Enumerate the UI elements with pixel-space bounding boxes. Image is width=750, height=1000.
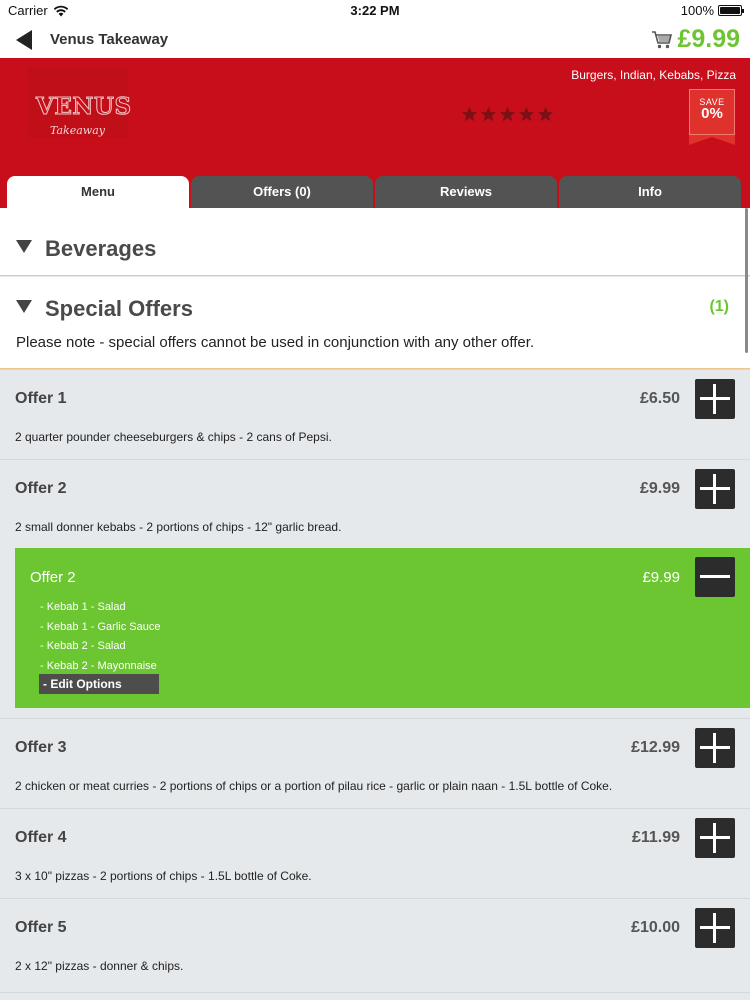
cart-total: £9.99 bbox=[677, 25, 740, 53]
star-icon bbox=[499, 106, 516, 122]
save-badge: SAVE 0% bbox=[689, 89, 735, 135]
offer-price: £10.00 bbox=[631, 919, 680, 936]
selected-offer-price: £9.99 bbox=[642, 569, 680, 586]
next-offer-peek bbox=[0, 992, 750, 1000]
offer-name: Offer 2 bbox=[15, 480, 67, 497]
navigation-bar: Venus Takeaway £9.99 bbox=[0, 22, 750, 58]
battery-icon bbox=[718, 5, 744, 16]
page-title: Venus Takeaway bbox=[50, 31, 169, 48]
offer-item[interactable]: Offer 2 £9.99 2 small donner kebabs - 2 … bbox=[0, 459, 750, 549]
battery-indicator: 100% bbox=[680, 3, 744, 18]
selected-option: - Kebab 1 - Garlic Sauce bbox=[40, 620, 161, 633]
tab-reviews[interactable]: Reviews bbox=[375, 176, 557, 210]
offer-price: £12.99 bbox=[631, 739, 680, 756]
add-offer-button[interactable] bbox=[695, 379, 735, 419]
section-title-beverages: Beverages bbox=[45, 236, 157, 261]
back-button[interactable] bbox=[12, 28, 38, 52]
offer-name: Offer 3 bbox=[15, 739, 67, 756]
offer-name: Offer 1 bbox=[15, 390, 67, 407]
add-offer-button[interactable] bbox=[695, 728, 735, 768]
edit-options-button[interactable]: - Edit Options bbox=[39, 674, 159, 694]
section-beverages[interactable]: Beverages bbox=[0, 208, 750, 276]
back-arrow-icon bbox=[16, 30, 32, 50]
status-bar: Carrier 3:22 PM 100% bbox=[0, 0, 750, 22]
star-icon bbox=[461, 106, 478, 122]
tab-menu[interactable]: Menu bbox=[7, 176, 189, 210]
battery-percent: 100% bbox=[680, 3, 714, 18]
shopping-cart-icon bbox=[652, 30, 673, 48]
logo-main-text: VENUS bbox=[36, 93, 132, 121]
selected-offer: Offer 2 £9.99 - Kebab 1 - Salad - Kebab … bbox=[15, 548, 750, 708]
offer-description: 2 chicken or meat curries - 2 portions o… bbox=[15, 779, 613, 793]
add-offer-button[interactable] bbox=[695, 818, 735, 858]
collapse-triangle-icon bbox=[16, 240, 32, 253]
section-special-offers[interactable]: Special Offers (1) Please note - special… bbox=[0, 277, 750, 369]
add-offer-button[interactable] bbox=[695, 469, 735, 509]
star-icon bbox=[537, 106, 554, 122]
offer-description: 2 small donner kebabs - 2 portions of ch… bbox=[15, 520, 342, 534]
tab-bar: Menu Offers (0) Reviews Info bbox=[7, 176, 750, 210]
tab-offers[interactable]: Offers (0) bbox=[191, 176, 373, 210]
rating-stars bbox=[461, 106, 554, 122]
cuisine-categories: Burgers, Indian, Kebabs, Pizza bbox=[571, 68, 736, 82]
save-badge-ribbon bbox=[689, 135, 735, 145]
selected-option: - Kebab 2 - Salad bbox=[40, 640, 126, 652]
star-icon bbox=[480, 106, 497, 122]
scrollbar[interactable] bbox=[745, 208, 748, 353]
offer-item[interactable]: Offer 1 £6.50 2 quarter pounder cheesebu… bbox=[0, 369, 750, 459]
save-value: 0% bbox=[701, 105, 723, 122]
offer-price: £9.99 bbox=[639, 480, 680, 497]
offer-name: Offer 5 bbox=[15, 919, 67, 936]
star-icon bbox=[518, 106, 535, 122]
offer-price: £6.50 bbox=[639, 390, 680, 407]
clock: 3:22 PM bbox=[350, 3, 400, 18]
add-offer-button[interactable] bbox=[695, 908, 735, 948]
logo-sub-text: Takeaway bbox=[50, 124, 105, 137]
offer-item[interactable]: Offer 3 £12.99 2 chicken or meat curries… bbox=[0, 718, 750, 808]
section-title-special-offers: Special Offers bbox=[45, 296, 193, 321]
battery-level-fill bbox=[720, 7, 740, 14]
cart-button[interactable]: £9.99 bbox=[651, 25, 740, 54]
offer-description: 2 quarter pounder cheeseburgers & chips … bbox=[15, 430, 332, 444]
offer-price: £11.99 bbox=[631, 829, 680, 846]
selected-option: - Kebab 1 - Salad bbox=[40, 601, 126, 613]
special-offers-count: (1) bbox=[709, 298, 729, 315]
restaurant-logo: VENUS Takeaway bbox=[28, 68, 132, 138]
offer-description: 3 x 10" pizzas - 2 portions of chips - 1… bbox=[15, 869, 312, 883]
remove-offer-button[interactable] bbox=[695, 557, 735, 597]
collapse-triangle-icon bbox=[16, 300, 32, 313]
special-offers-note: Please note - special offers cannot be u… bbox=[16, 334, 535, 351]
offer-item[interactable]: Offer 5 £10.00 2 x 12" pizzas - donner &… bbox=[0, 898, 750, 988]
offer-description: 2 x 12" pizzas - donner & chips. bbox=[15, 959, 184, 973]
offer-item[interactable]: Offer 4 £11.99 3 x 10" pizzas - 2 portio… bbox=[0, 808, 750, 898]
selected-options-list: - Kebab 1 - Salad - Kebab 1 - Garlic Sau… bbox=[40, 598, 160, 676]
tab-info[interactable]: Info bbox=[559, 176, 741, 210]
app-screen: Carrier 3:22 PM 100% Venus Takeaway £9.9… bbox=[0, 0, 750, 1000]
selected-offer-name: Offer 2 bbox=[30, 569, 76, 586]
offer-name: Offer 4 bbox=[15, 829, 67, 846]
